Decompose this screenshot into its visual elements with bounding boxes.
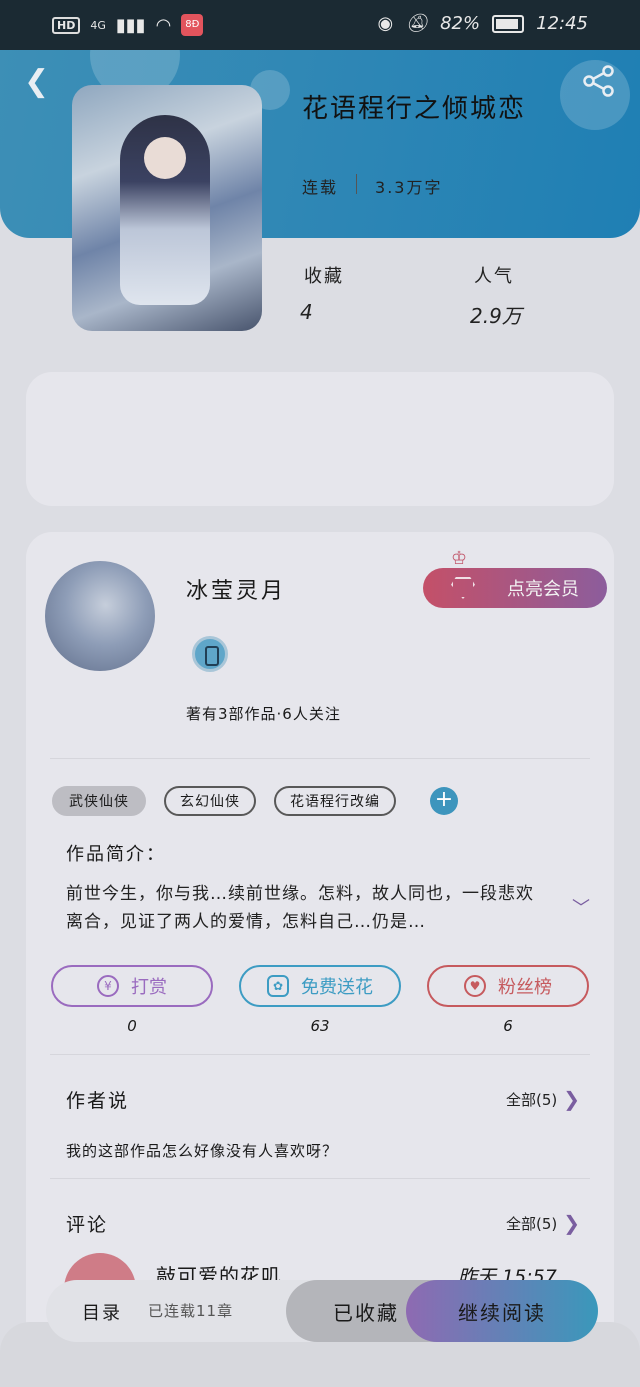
author-says-text[interactable]: 我的这部作品怎么好像没有人喜欢呀？ (66, 1140, 338, 1161)
tag-item[interactable]: 花语程行改编 (274, 786, 396, 816)
toc-button[interactable]: 目录 (82, 1299, 122, 1325)
stat-label-favorites: 收藏 (304, 266, 344, 287)
book-title: 花语程行之倾城恋 (302, 94, 527, 124)
stat-value-favorites: 4 (300, 300, 313, 324)
wifi-icon: ◠ (155, 14, 172, 36)
cover-face (144, 137, 186, 179)
share-icon[interactable] (582, 64, 616, 98)
yen-coin-icon: ¥ (97, 975, 119, 997)
stat-label-popularity: 人气 (474, 266, 514, 287)
battery-icon (492, 14, 525, 33)
fan-count: 6 (503, 1017, 513, 1035)
comments-heading: 评论 (66, 1214, 109, 1236)
status-left: HD 4G ▮▮▮ ◠ 8Ð (52, 14, 204, 36)
continue-reading-button[interactable]: 继续阅读 (406, 1280, 598, 1342)
author-name[interactable]: 冰莹灵月 (186, 573, 286, 605)
comments-more-label: 全部(5) (506, 1214, 558, 1233)
book-meta: 连载 3.3万字 (302, 174, 442, 198)
fan-ranking-button[interactable]: ♥ 粉丝榜 (427, 965, 589, 1007)
intro-heading: 作品简介： (66, 844, 166, 865)
blank-card (26, 372, 614, 506)
comments-more-link[interactable]: 全部(5) ❯ (506, 1211, 580, 1235)
hd-icon: HD (52, 16, 81, 34)
tag-item[interactable]: 武侠仙侠 (52, 786, 146, 816)
mute-bell-icon: 🔕︎ (405, 13, 429, 34)
diamond-icon (451, 577, 475, 599)
author-says-more-link[interactable]: 全部(5) ❯ (506, 1087, 580, 1111)
intro-text[interactable]: 前世今生，你与我…续前世缘。怎料，故人同也，一段悲欢离合，见证了两人的爱情，怎料… (66, 880, 546, 936)
send-flower-button[interactable]: ✿ 免费送花 (239, 965, 401, 1007)
divider (50, 1178, 590, 1179)
fan-user-icon: ♥ (464, 975, 486, 997)
eye-icon: ◉ (377, 13, 394, 34)
network-label: 4G (90, 18, 106, 32)
back-icon[interactable]: ❮ (24, 64, 49, 99)
book-status: 连载 (302, 178, 339, 197)
chevron-right-icon: ❯ (563, 1211, 581, 1235)
vip-button[interactable]: 点亮会员 (423, 568, 607, 608)
stat-value-popularity: 2.9万 (470, 304, 522, 328)
vip-button-label: 点亮会员 (507, 579, 579, 600)
tip-count: 0 (127, 1017, 137, 1035)
tip-button[interactable]: ¥ 打赏 (51, 965, 213, 1007)
status-bar: HD 4G ▮▮▮ ◠ 8Ð ◉ 🔕︎ 82% 12:45 (0, 0, 640, 50)
author-level-badge-icon (192, 636, 228, 672)
book-word-count: 3.3万字 (375, 178, 443, 197)
tag-item[interactable]: 玄幻仙侠 (164, 786, 256, 816)
author-avatar[interactable] (45, 561, 155, 671)
flower-icon: ✿ (267, 975, 289, 997)
crown-icon: ♔ (451, 548, 468, 569)
signal-icon: ▮▮▮ (115, 14, 146, 36)
add-tag-icon[interactable]: + (430, 787, 458, 815)
tip-label: 打赏 (131, 977, 167, 998)
toc-chapter-count: 已连载11章 (148, 1302, 234, 1320)
chevron-right-icon: ❯ (563, 1087, 581, 1111)
clock: 12:45 (536, 13, 588, 34)
author-says-more-label: 全部(5) (506, 1090, 558, 1109)
chevron-down-icon[interactable]: ﹀ (572, 894, 590, 920)
author-works-line: 著有3部作品·6人关注 (186, 705, 341, 723)
book-cover[interactable] (72, 85, 262, 331)
app-notification-icon: 8Ð (181, 14, 204, 36)
divider (50, 1054, 590, 1055)
divider (50, 758, 590, 759)
meta-divider (356, 174, 358, 194)
status-right: ◉ 🔕︎ 82% 12:45 (378, 13, 588, 34)
author-says-heading: 作者说 (66, 1090, 130, 1112)
battery-percent: 82% (440, 13, 481, 34)
fan-ranking-label: 粉丝榜 (498, 977, 552, 998)
flower-count: 63 (310, 1017, 330, 1035)
send-flower-label: 免费送花 (301, 977, 373, 998)
